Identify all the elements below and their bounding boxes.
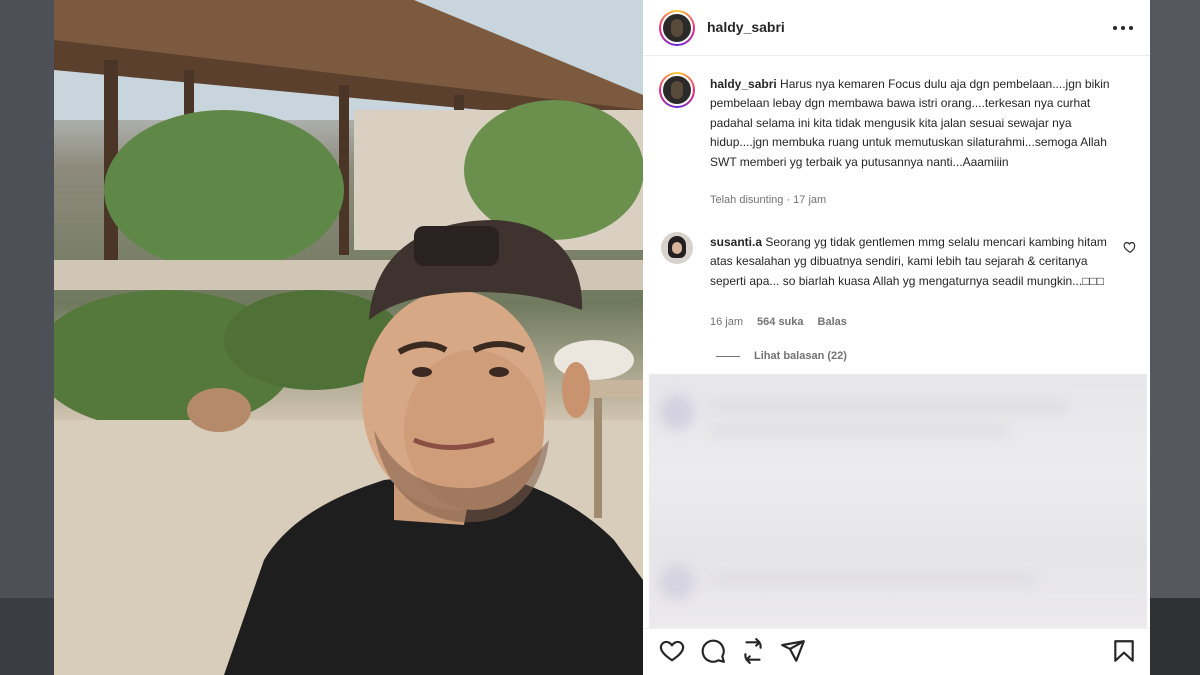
comment-username[interactable]: susanti.a	[710, 235, 762, 249]
comment-text: Seorang yg tidak gentlemen mmg selalu me…	[710, 235, 1107, 288]
background-band	[1150, 598, 1200, 675]
view-replies-label: Lihat balasan (22)	[754, 350, 847, 362]
comment-likes[interactable]: 564 suka	[757, 316, 803, 328]
author-username[interactable]: haldy_sabri	[707, 19, 785, 35]
background-left	[0, 0, 54, 675]
background-right	[1150, 0, 1200, 675]
comment-meta: 16 jam 564 suka Balas	[710, 316, 847, 328]
heart-icon[interactable]	[659, 638, 685, 664]
share-icon[interactable]	[780, 638, 806, 664]
blurred-comments	[649, 374, 1147, 628]
comment-time: 16 jam	[710, 316, 744, 328]
post-header: haldy_sabri	[643, 0, 1150, 56]
action-bar	[643, 628, 1150, 675]
post-caption: haldy_sabri Harus nya kemaren Focus dulu…	[710, 75, 1110, 172]
view-replies-button[interactable]: Lihat balasan (22)	[716, 350, 847, 362]
caption-avatar[interactable]	[659, 72, 695, 108]
repost-icon[interactable]	[740, 638, 766, 664]
bookmark-icon[interactable]	[1111, 638, 1137, 664]
more-horizontal-icon[interactable]	[1113, 18, 1133, 38]
replies-divider	[716, 355, 740, 357]
post-photo[interactable]	[54, 0, 643, 675]
post-detail-panel: haldy_sabri haldy_sabri Harus nya kemare…	[643, 0, 1150, 675]
background-band	[0, 598, 54, 675]
caption-username[interactable]: haldy_sabri	[710, 77, 777, 91]
reply-button[interactable]: Balas	[818, 316, 847, 328]
selfie-illustration	[54, 0, 643, 675]
caption-meta: Telah disunting · 17 jam	[710, 194, 827, 206]
author-avatar[interactable]	[659, 10, 695, 46]
comment: susanti.a Seorang yg tidak gentlemen mmg…	[710, 233, 1110, 291]
comment-like-heart-icon[interactable]	[1123, 240, 1137, 254]
commenter-avatar[interactable]	[661, 232, 693, 264]
comment-icon[interactable]	[700, 638, 726, 664]
